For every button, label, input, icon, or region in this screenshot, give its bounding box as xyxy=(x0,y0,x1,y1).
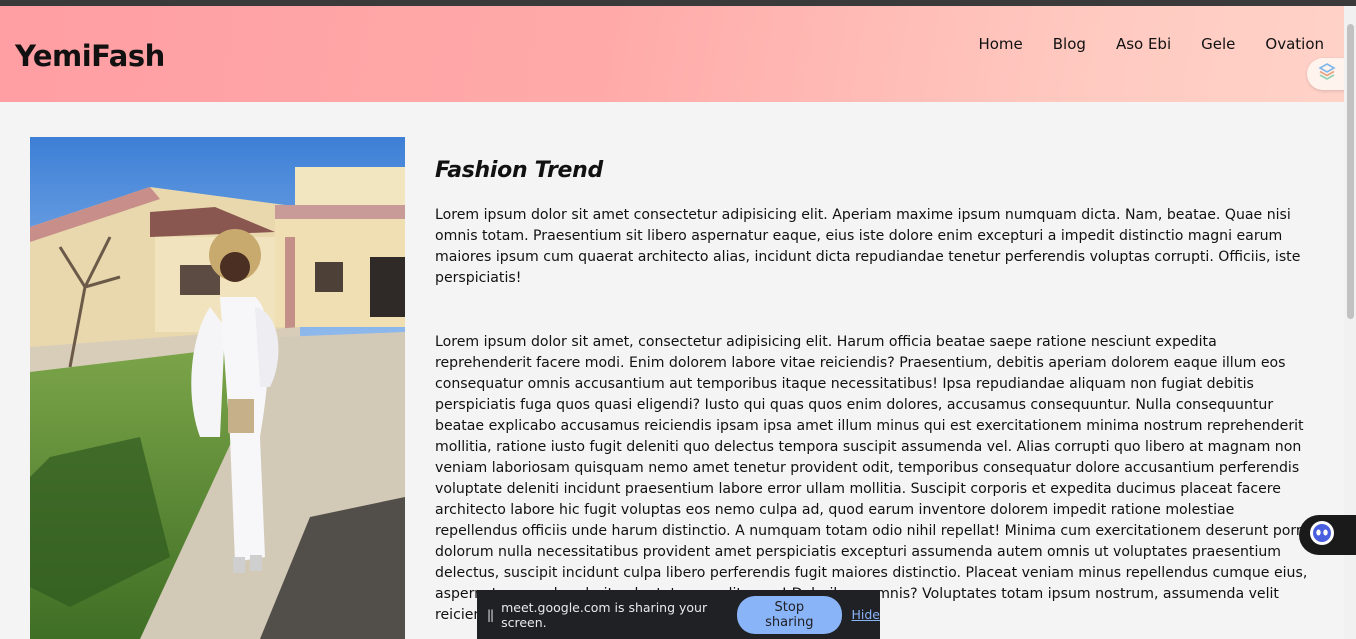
nav-aso-ebi[interactable]: Aso Ebi xyxy=(1116,35,1171,53)
main-nav: Home Blog Aso Ebi Gele Ovation xyxy=(978,35,1324,53)
site-logo[interactable]: YemiFash xyxy=(15,39,165,73)
stop-sharing-button[interactable]: Stop sharing xyxy=(737,595,842,634)
share-message: meet.google.com is sharing your screen. xyxy=(501,599,708,630)
assistant-button[interactable] xyxy=(1299,515,1356,555)
site-header: YemiFash Home Blog Aso Ebi Gele Ovation xyxy=(0,6,1344,102)
extension-badge[interactable] xyxy=(1307,58,1347,90)
pause-icon: || xyxy=(487,607,494,622)
nav-home[interactable]: Home xyxy=(978,35,1022,53)
article: Fashion Trend Lorem ipsum dolor sit amet… xyxy=(435,158,1315,626)
layers-extension-icon xyxy=(1317,62,1337,86)
screen-share-bar: || meet.google.com is sharing your scree… xyxy=(477,590,880,639)
scrollbar-thumb[interactable] xyxy=(1347,24,1354,319)
nav-blog[interactable]: Blog xyxy=(1053,35,1086,53)
assistant-bot-icon xyxy=(1309,520,1335,550)
nav-gele[interactable]: Gele xyxy=(1201,35,1235,53)
fashion-photo xyxy=(30,137,405,639)
article-paragraph-1: Lorem ipsum dolor sit amet consectetur a… xyxy=(435,207,1301,286)
hide-link[interactable]: Hide xyxy=(852,607,881,622)
nav-ovation[interactable]: Ovation xyxy=(1265,35,1324,53)
article-title: Fashion Trend xyxy=(435,158,603,183)
article-paragraph-2: Lorem ipsum dolor sit amet, consectetur … xyxy=(435,334,1311,623)
